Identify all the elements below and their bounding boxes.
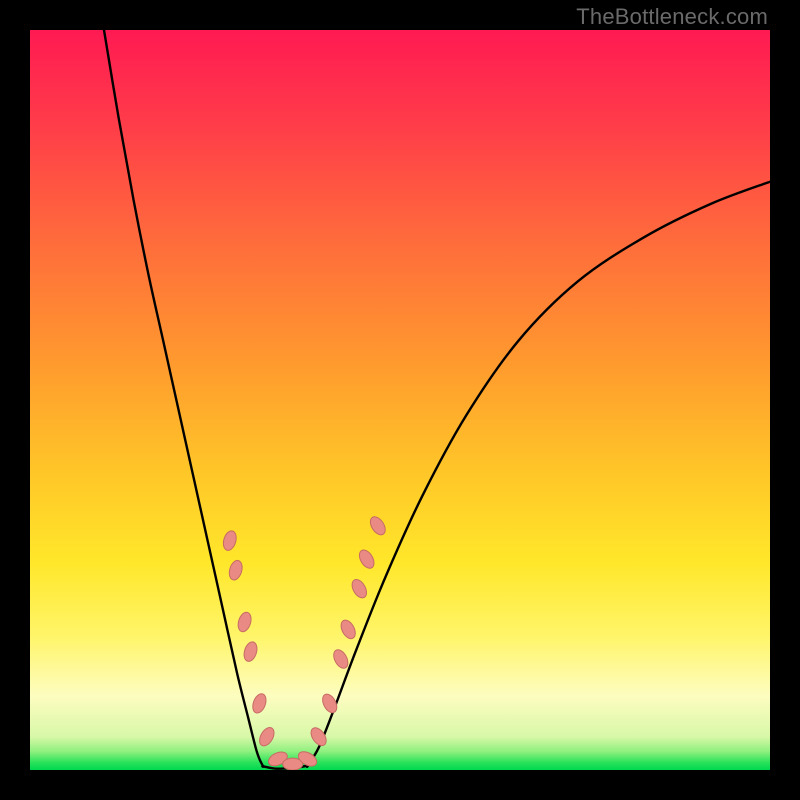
curve-group (104, 30, 770, 769)
highlight-pill (338, 618, 358, 641)
bottleneck-curve (104, 30, 770, 769)
highlight-pill (221, 529, 238, 552)
marker-group (221, 514, 388, 770)
highlight-pill (349, 577, 369, 600)
highlight-pill (227, 559, 244, 582)
plot-area (30, 30, 770, 770)
curve-layer (30, 30, 770, 770)
highlight-pill (331, 647, 351, 670)
highlight-pill (356, 547, 377, 570)
highlight-pill (242, 640, 259, 663)
chart-stage: TheBottleneck.com (0, 0, 800, 800)
highlight-pill (320, 692, 340, 715)
highlight-pill (250, 692, 268, 715)
highlight-pill (257, 725, 277, 748)
highlight-pill (367, 514, 388, 537)
highlight-pill (236, 611, 253, 634)
watermark-text: TheBottleneck.com (576, 4, 768, 30)
